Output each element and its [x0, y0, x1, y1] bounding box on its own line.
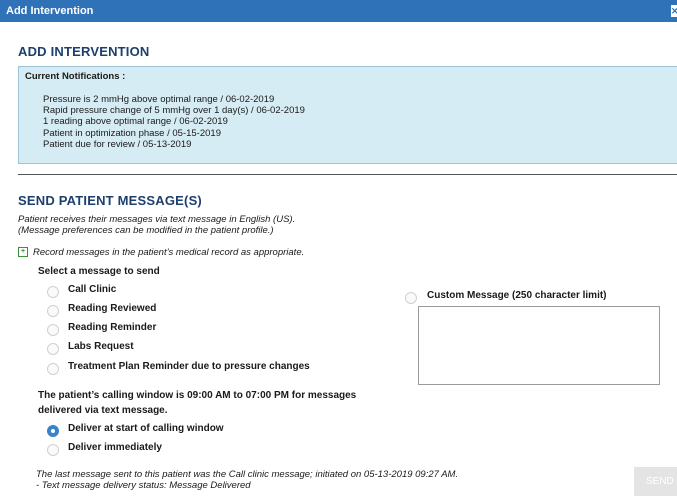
message-option-label[interactable]: Call Clinic [68, 284, 116, 295]
calling-window-text-cont: delivered via text message. [38, 405, 168, 416]
deliver-at-window-radio[interactable] [47, 425, 59, 437]
message-option-radio[interactable] [47, 324, 59, 336]
message-option-label[interactable]: Treatment Plan Reminder due to pressure … [68, 361, 310, 372]
send-messages-heading: SEND PATIENT MESSAGE(S) [18, 193, 202, 208]
message-option-radio[interactable] [47, 363, 59, 375]
close-icon[interactable]: ✕ [671, 5, 677, 17]
section-divider [18, 174, 677, 175]
deliver-at-window-label[interactable]: Deliver at start of calling window [68, 423, 224, 434]
notification-item: Rapid pressure change of 5 mmHg over 1 d… [43, 105, 305, 117]
notifications-title: Current Notifications : [25, 71, 126, 82]
message-option-radio[interactable] [47, 343, 59, 355]
notification-item: 1 reading above optimal range / 06-02-20… [43, 116, 228, 128]
custom-message-textarea[interactable] [418, 306, 660, 385]
custom-message-radio[interactable] [405, 292, 417, 304]
notifications-list: Pressure is 2 mmHg above optimal range /… [43, 94, 305, 150]
notification-item: Pressure is 2 mmHg above optimal range /… [43, 94, 275, 105]
select-message-label: Select a message to send [38, 266, 160, 277]
calling-window-text: The patient’s calling window is 09:00 AM… [38, 390, 357, 401]
message-channel-info: Patient receives their messages via text… [18, 214, 296, 225]
window-titlebar: Add Intervention ✕ [0, 0, 677, 22]
notification-item: Patient due for review / 05-13-2019 [43, 138, 192, 150]
record-note: Record messages in the patient’s medical… [33, 247, 305, 258]
message-option-radio[interactable] [47, 286, 59, 298]
current-notifications-panel: Current Notifications : Pressure is 2 mm… [18, 66, 677, 164]
message-option-label[interactable]: Labs Request [68, 341, 134, 352]
window-title: Add Intervention [6, 5, 94, 17]
deliver-immediately-radio[interactable] [47, 444, 59, 456]
notification-item: Patient in optimization phase / 05-15-20… [43, 127, 221, 139]
message-option-label[interactable]: Reading Reminder [68, 322, 156, 333]
record-info-icon: + [18, 247, 28, 257]
delivery-status-info: - Text message delivery status: Message … [36, 480, 251, 491]
last-message-info: The last message sent to this patient wa… [36, 469, 459, 480]
message-preferences-info: (Message preferences can be modified in … [18, 225, 274, 236]
send-button[interactable]: SEND [634, 467, 677, 496]
deliver-immediately-label[interactable]: Deliver immediately [68, 442, 162, 453]
custom-message-label: Custom Message (250 character limit) [427, 290, 607, 301]
message-option-label[interactable]: Reading Reviewed [68, 303, 156, 314]
add-intervention-heading: ADD INTERVENTION [18, 44, 150, 59]
message-option-radio[interactable] [47, 305, 59, 317]
